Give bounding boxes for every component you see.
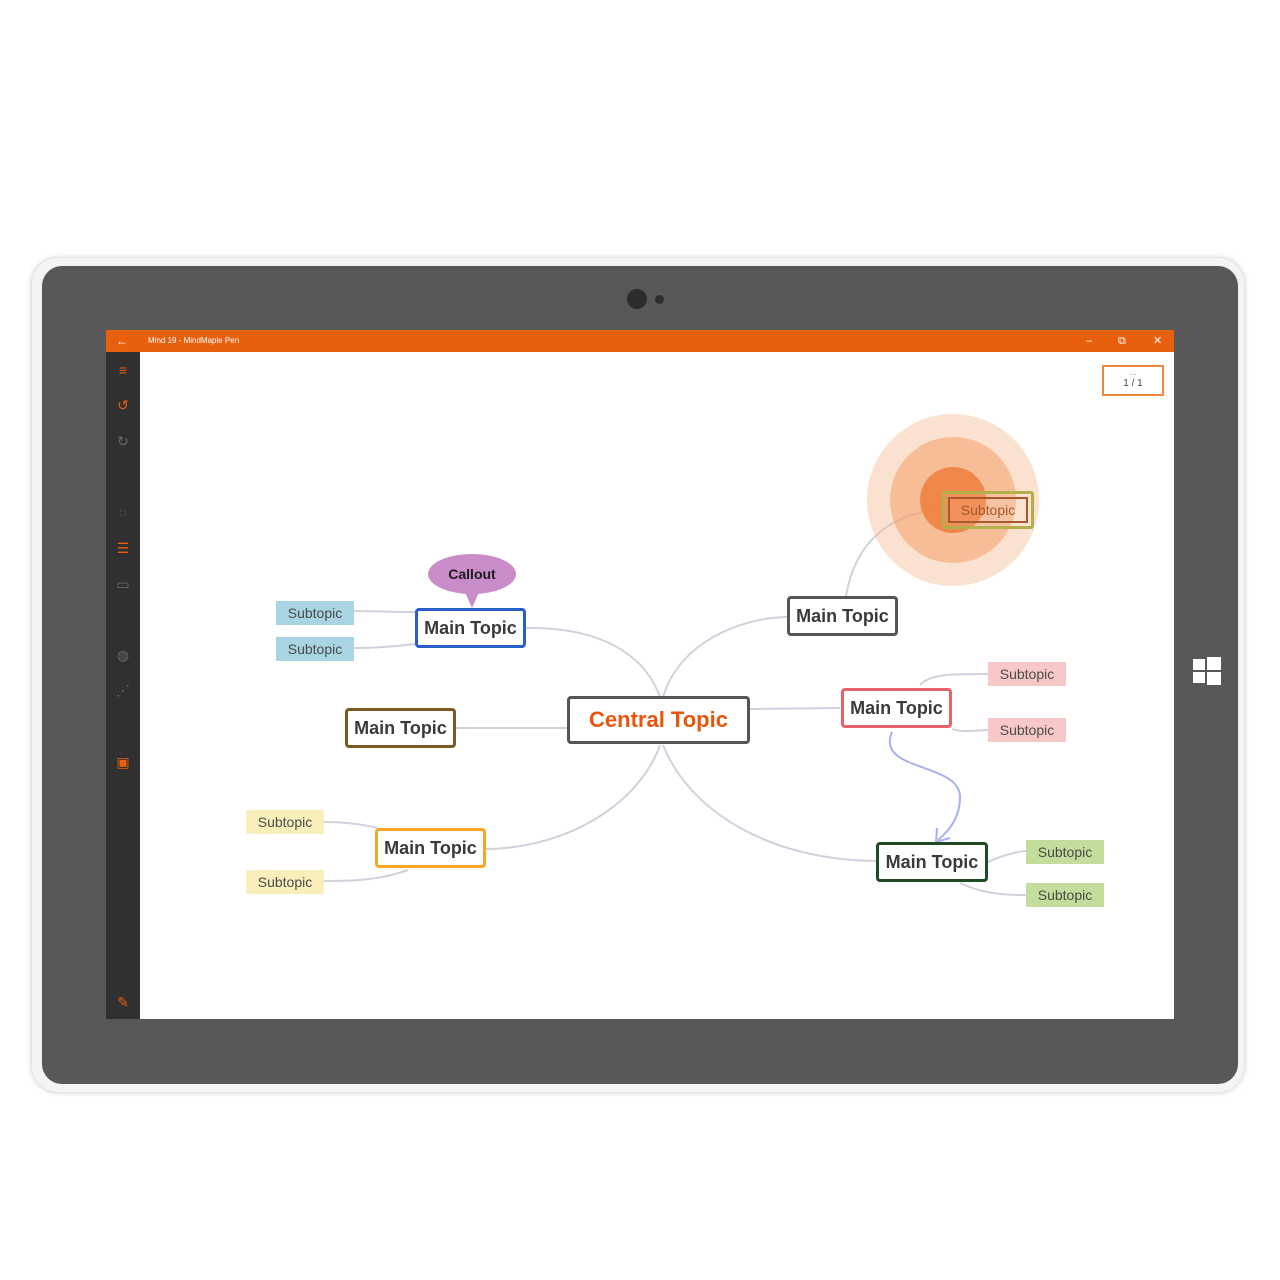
window-title: Mind 19 - MindMaple Pen	[148, 336, 240, 345]
subtopic[interactable]: Subtopic	[1026, 840, 1104, 864]
connector-central-to-main-1	[525, 626, 661, 698]
main-topic[interactable]: Main Topic	[345, 708, 456, 748]
mindmap-canvas[interactable]: ... 1 / 1 Callout Central Topic Main Top…	[140, 352, 1174, 1019]
connector-central-to-main-6	[662, 744, 877, 862]
page-number: 1 / 1	[1123, 378, 1143, 389]
palette-icon[interactable]: ◍	[113, 645, 133, 665]
main-topic[interactable]: Main Topic	[787, 596, 898, 636]
camera-sensor-icon	[655, 295, 664, 304]
subtopic[interactable]: Subtopic	[276, 601, 354, 625]
connector-central-to-main-2	[662, 616, 788, 698]
close-button[interactable]: ✕	[1153, 333, 1162, 349]
windows-logo-icon[interactable]	[1193, 657, 1221, 685]
share-icon[interactable]: ⋰	[113, 680, 133, 700]
connector-central-to-main-4	[749, 707, 841, 710]
relationship-arrow[interactable]	[888, 731, 962, 841]
subtopic[interactable]: Subtopic	[1026, 883, 1104, 907]
callout-bubble[interactable]: Callout	[428, 554, 516, 594]
back-arrow-icon[interactable]: ←	[116, 333, 128, 349]
connector-central-to-main-5	[485, 744, 661, 850]
main-topic[interactable]: Main Topic	[375, 828, 486, 868]
main-topic[interactable]: Main Topic	[415, 608, 526, 648]
subtopic[interactable]: Subtopic	[246, 870, 324, 894]
connector-main-to-subtopic	[951, 728, 989, 732]
page-indicator[interactable]: ... 1 / 1	[1102, 365, 1164, 396]
connector-main-to-subtopic	[323, 869, 409, 882]
minimize-button[interactable]: –	[1086, 333, 1092, 349]
connector-main-to-subtopic	[919, 673, 989, 686]
restore-button[interactable]: ⧉	[1118, 333, 1126, 349]
frame-icon[interactable]: ▭	[113, 574, 133, 594]
selected-subtopic[interactable]: Subtopic	[942, 491, 1034, 529]
undo-icon[interactable]: ↺	[113, 395, 133, 415]
app-window: ← Mind 19 - MindMaple Pen – ⧉ ✕ ≡ ↺ ↻ ◌ …	[106, 330, 1174, 1019]
subtopic[interactable]: Subtopic	[988, 718, 1066, 742]
central-topic[interactable]: Central Topic	[567, 696, 750, 744]
connector-main-to-subtopic	[323, 821, 379, 829]
main-topic[interactable]: Main Topic	[841, 688, 952, 728]
subtopic[interactable]: Subtopic	[276, 637, 354, 661]
comment-icon[interactable]: ◌	[113, 502, 133, 522]
image-icon[interactable]: ▣	[113, 752, 133, 772]
menu-icon[interactable]: ≡	[113, 360, 133, 380]
connector-main-to-subtopic	[353, 643, 416, 649]
subtopic-label: Subtopic	[948, 497, 1028, 523]
subtopic[interactable]: Subtopic	[246, 810, 324, 834]
page-indicator-dots: ...	[1129, 368, 1137, 377]
subtopic[interactable]: Subtopic	[988, 662, 1066, 686]
sidebar-toolbar: ≡ ↺ ↻ ◌ ☰ ▭ ◍ ⋰ ▣ ✎	[106, 352, 140, 1019]
connector-main-to-subtopic	[987, 850, 1027, 863]
pen-icon[interactable]: ✎	[113, 992, 133, 1012]
layers-icon[interactable]: ☰	[113, 538, 133, 558]
callout-pointer-icon	[464, 590, 480, 608]
main-topic[interactable]: Main Topic	[876, 842, 988, 882]
redo-icon[interactable]: ↻	[113, 431, 133, 451]
connector-main-to-subtopic	[353, 610, 416, 613]
connector-main-to-subtopic	[959, 882, 1027, 896]
camera-icon	[627, 289, 647, 309]
title-bar: ← Mind 19 - MindMaple Pen – ⧉ ✕	[106, 330, 1174, 352]
